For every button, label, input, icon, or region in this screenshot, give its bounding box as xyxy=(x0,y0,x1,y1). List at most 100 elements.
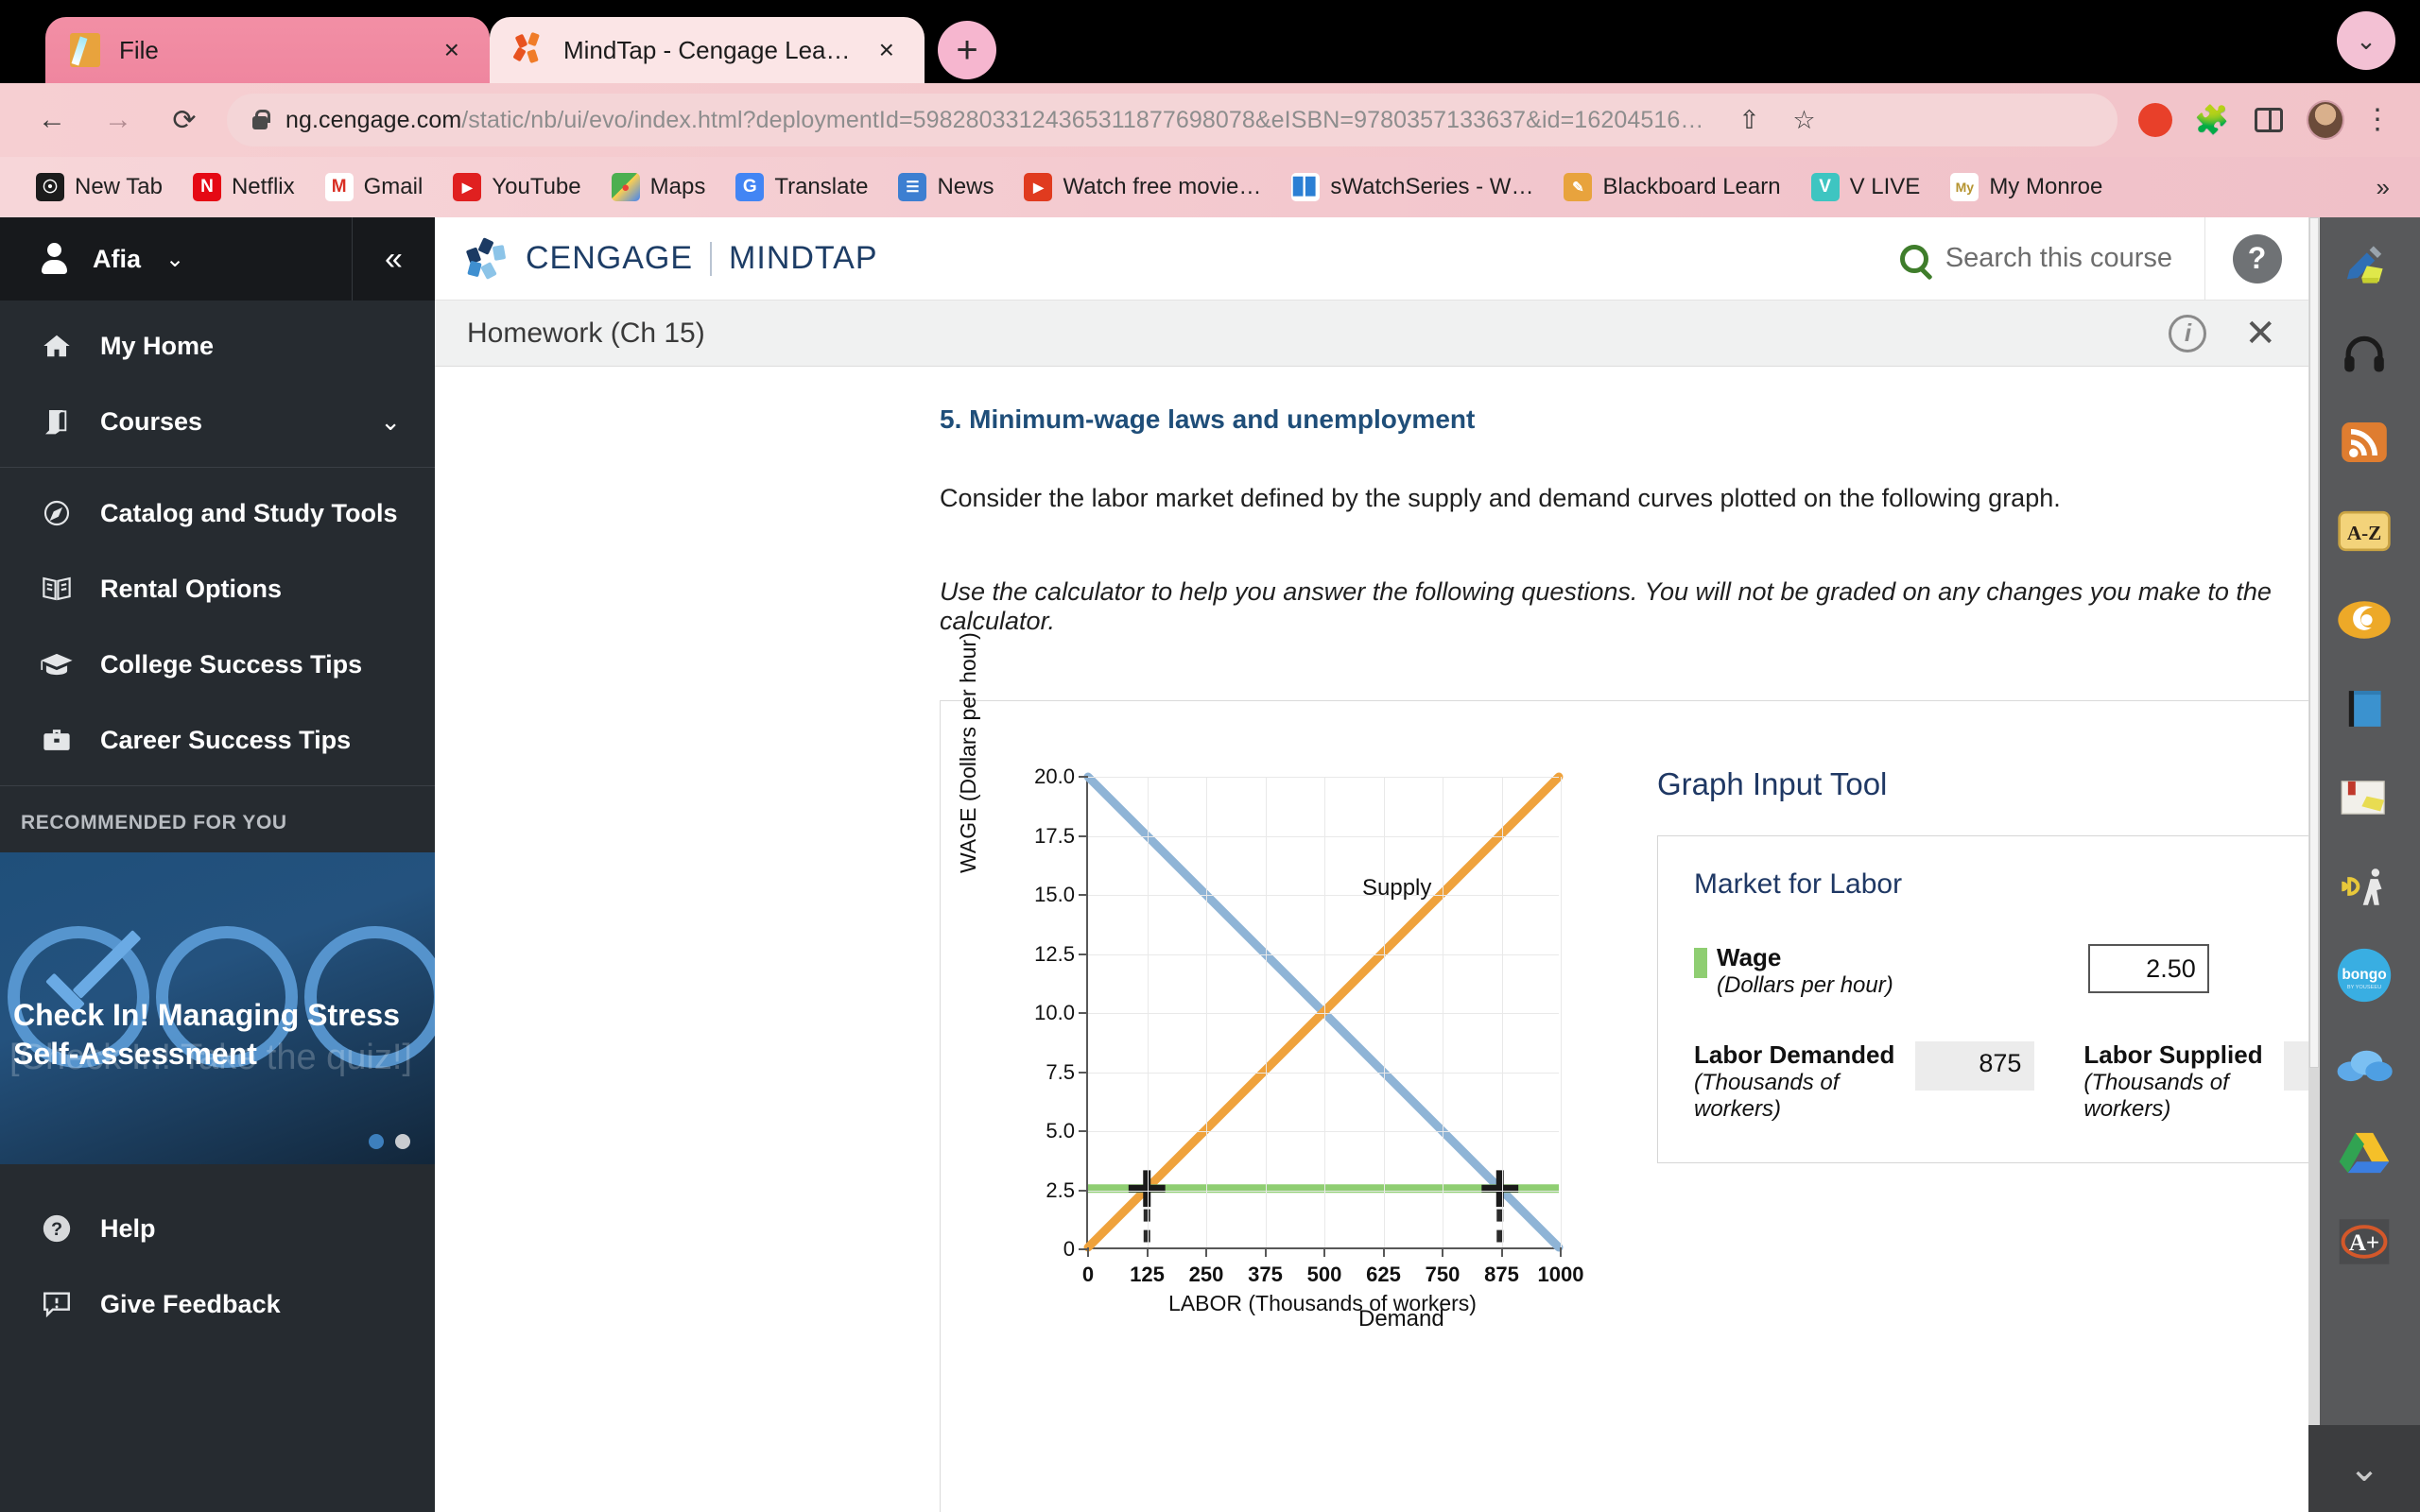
bookmark-netflix[interactable]: NNetflix xyxy=(182,167,306,207)
grade-a-plus-icon[interactable]: A+ xyxy=(2332,1210,2396,1274)
sidebar-item-my-home[interactable]: My Home xyxy=(0,308,435,384)
bookmark-v-live[interactable]: VV LIVE xyxy=(1800,167,1932,207)
svg-text:?: ? xyxy=(51,1219,62,1240)
read-aloud-icon[interactable] xyxy=(2332,854,2396,919)
chart-y-tick-label: 20.0 xyxy=(1034,765,1088,789)
bookmark-blackboard-learn[interactable]: ✎Blackboard Learn xyxy=(1552,167,1791,207)
cengage-mindtap-logo[interactable]: CENGAGE MINDTAP xyxy=(467,239,878,279)
sidebar-user-name: Afia xyxy=(93,245,141,274)
sidebar-item-courses[interactable]: Courses ⌄ xyxy=(0,384,435,459)
tab-close-button[interactable]: × xyxy=(439,37,465,63)
wage-input[interactable] xyxy=(2088,944,2209,993)
browser-toolbar: ← → ⟳ ng.cengage.com/static/nb/ui/evo/in… xyxy=(0,83,2420,157)
bookmark-label: sWatchSeries - W… xyxy=(1330,174,1533,200)
bookmark-new-tab[interactable]: ☉New Tab xyxy=(25,167,174,207)
sidebar-item-rental-options[interactable]: Rental Options xyxy=(0,551,435,627)
chart-gridline-horizontal xyxy=(1088,777,1559,778)
address-bar[interactable]: ng.cengage.com/static/nb/ui/evo/index.ht… xyxy=(227,94,2118,146)
bookmark-swatchseries[interactable]: ▊▊sWatchSeries - W… xyxy=(1280,167,1545,207)
chart-gridline-vertical xyxy=(1148,777,1149,1247)
wage-units: (Dollars per hour) xyxy=(1717,972,1893,999)
sidebar-collapse-button[interactable]: « xyxy=(352,217,435,301)
back-button[interactable]: ← xyxy=(28,96,76,144)
page-scrollbar[interactable] xyxy=(2308,217,2320,1512)
tool-rail-expand-button[interactable]: ⌄ xyxy=(2308,1425,2420,1512)
labor-supplied-value: 125 xyxy=(2284,1041,2308,1091)
mindtap-app: CENGAGE MINDTAP Search this course ? Hom… xyxy=(435,217,2308,1512)
chart-gridline-vertical xyxy=(1384,777,1385,1247)
rss-feed-icon[interactable] xyxy=(2332,410,2396,474)
sidebar-divider xyxy=(0,467,435,468)
bookmarks-overflow-button[interactable]: » xyxy=(2377,173,2395,202)
info-icon[interactable]: i xyxy=(2169,315,2206,352)
labor-demanded-group: Labor Demanded (Thousands of workers) 87… xyxy=(1694,1041,2034,1122)
chart-gridline-horizontal xyxy=(1088,1073,1559,1074)
sidebar-nav: My Home Courses ⌄ Catalog and Study Tool… xyxy=(0,301,435,778)
side-panel-icon[interactable] xyxy=(2250,101,2288,139)
bookmark-maps[interactable]: ●Maps xyxy=(600,167,717,207)
sidebar-user-menu[interactable]: Afia ⌄ xyxy=(0,243,352,275)
wage-label-text: Wage xyxy=(1717,943,1781,971)
chart-x-tick-label: 500 xyxy=(1307,1247,1342,1287)
bongo-icon[interactable]: bongoBY YOUSEEU xyxy=(2332,943,2396,1007)
search-input[interactable]: Search this course xyxy=(1900,243,2204,274)
opera-icon[interactable] xyxy=(2136,101,2174,139)
sidebar-item-label: Courses xyxy=(100,407,202,437)
bookmark-news[interactable]: ☰News xyxy=(887,167,1005,207)
sidebar-item-give-feedback[interactable]: Give Feedback xyxy=(0,1266,435,1342)
graph-input-tool: Graph Input Tool ? Market for Labor Wage… xyxy=(1602,701,2308,1512)
sidebar-item-college-success-tips[interactable]: College Success Tips xyxy=(0,627,435,702)
bookmark-label: V LIVE xyxy=(1850,174,1921,200)
assignment-actions: i ✕ xyxy=(2169,315,2276,352)
profile-avatar-icon[interactable] xyxy=(2307,101,2344,139)
tab-close-button[interactable]: × xyxy=(873,37,900,63)
home-icon xyxy=(40,329,74,363)
highlighter-pen-icon[interactable] xyxy=(2332,232,2396,297)
sidebar-divider xyxy=(0,785,435,786)
new-tab-button[interactable]: + xyxy=(938,21,996,79)
ebook-icon[interactable] xyxy=(2332,677,2396,741)
bookmark-label: My Monroe xyxy=(1989,174,2102,200)
question-instruction: Use the calculator to help you answer th… xyxy=(435,577,2308,636)
help-circle-icon: ? xyxy=(40,1211,74,1246)
bookmark-gmail[interactable]: MGmail xyxy=(314,167,435,207)
labor-values-row: Labor Demanded (Thousands of workers) 87… xyxy=(1694,1041,2308,1122)
google-translate-icon: G xyxy=(735,173,764,201)
promo-carousel-dots[interactable] xyxy=(369,1134,410,1149)
compass-icon xyxy=(40,496,74,530)
extensions-puzzle-icon[interactable]: 🧩 xyxy=(2193,101,2231,139)
labor-demanded-value: 875 xyxy=(1915,1041,2034,1091)
onedrive-cloud-icon[interactable] xyxy=(2332,1032,2396,1096)
window-menu-button[interactable]: ⌄ xyxy=(2337,11,2395,70)
carousel-dot-2[interactable] xyxy=(395,1134,410,1149)
carousel-dot-1[interactable] xyxy=(369,1134,384,1149)
a-to-z-glossary-icon[interactable]: A-Z xyxy=(2332,499,2396,563)
browser-tab-file[interactable]: File × xyxy=(45,17,490,83)
close-icon[interactable]: ✕ xyxy=(2244,315,2276,352)
bookmark-star-icon[interactable]: ☆ xyxy=(1785,101,1823,139)
brand-text: CENGAGE MINDTAP xyxy=(526,240,878,277)
headphones-icon[interactable] xyxy=(2332,321,2396,386)
promo-card[interactable]: [Check In! Take the quiz!] Check In! Man… xyxy=(0,852,435,1164)
labor-demanded-units-2: workers) xyxy=(1694,1096,1894,1123)
bookmark-watch-free-movies[interactable]: ▶Watch free movie… xyxy=(1012,167,1272,207)
bookmark-my-monroe[interactable]: MyMy Monroe xyxy=(1939,167,2114,207)
bookmark-youtube[interactable]: ▶YouTube xyxy=(441,167,592,207)
bookmark-translate[interactable]: GTranslate xyxy=(724,167,879,207)
google-drive-icon[interactable] xyxy=(2332,1121,2396,1185)
question-mark-icon[interactable]: ? xyxy=(2233,234,2282,284)
tab-strip: File × MindTap - Cengage Learning × + ⌄ xyxy=(0,0,2420,83)
mindtap-header: CENGAGE MINDTAP Search this course ? xyxy=(435,217,2308,301)
share-icon[interactable]: ⇧ xyxy=(1730,101,1768,139)
notepad-highlighter-icon[interactable] xyxy=(2332,765,2396,830)
sidebar-item-help[interactable]: ? Help xyxy=(0,1191,435,1266)
labor-supplied-units-1: (Thousands of xyxy=(2083,1070,2262,1096)
sidebar-item-career-success-tips[interactable]: Career Success Tips xyxy=(0,702,435,778)
sidebar-item-catalog-and-study-tools[interactable]: Catalog and Study Tools xyxy=(0,475,435,551)
reload-button[interactable]: ⟳ xyxy=(161,96,208,144)
browser-tab-mindtap[interactable]: MindTap - Cengage Learning × xyxy=(490,17,925,83)
flashcards-icon[interactable] xyxy=(2332,588,2396,652)
forward-button[interactable]: → xyxy=(95,96,142,144)
globe-icon: ☉ xyxy=(36,173,64,201)
chrome-menu-icon[interactable]: ⋮ xyxy=(2363,112,2392,129)
